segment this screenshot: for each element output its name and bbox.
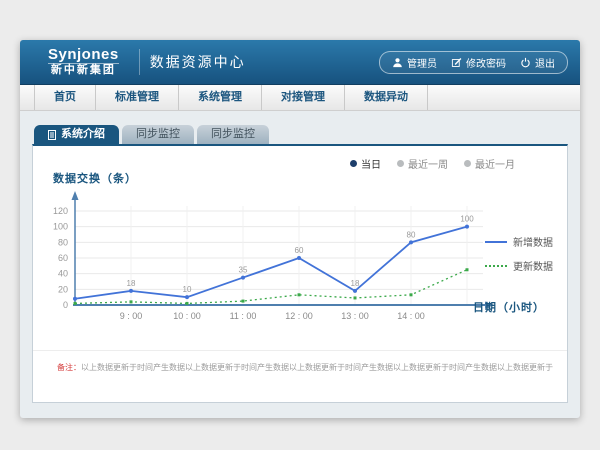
tab-1[interactable]: 系统介绍 [34, 125, 119, 144]
svg-text:80: 80 [58, 237, 68, 247]
user-menu-logout[interactable]: 退出 [520, 55, 555, 70]
document-icon [48, 130, 56, 140]
radio-icon [397, 160, 404, 167]
svg-text:20: 20 [58, 284, 68, 294]
legend-item-2[interactable]: 更新数据 [485, 258, 553, 273]
edit-icon [451, 57, 462, 68]
tab-2[interactable]: 同步监控 [122, 125, 194, 144]
svg-text:80: 80 [407, 230, 416, 239]
tab-bar: 系统介绍同步监控同步监控 [32, 125, 568, 144]
svg-text:35: 35 [239, 266, 248, 275]
svg-text:12 : 00: 12 : 00 [285, 311, 313, 321]
x-axis-title: 日期（小时） [473, 299, 545, 315]
svg-text:100: 100 [53, 222, 68, 232]
app-header: Synjones 新中新集团 数据资源中心 管理员修改密码退出 [20, 40, 580, 85]
legend-line-icon [485, 241, 507, 243]
chart-panel: 当日 最近一周 最近一月 数据交换（条） 0 20 40 60 80 100 120 9 : 00… [32, 144, 568, 403]
filter-option-2[interactable]: 最近一周 [397, 156, 448, 171]
filter-option-1[interactable]: 当日 [350, 156, 381, 171]
chart-legend: 新增数据更新数据 [485, 234, 553, 273]
filter-option-3[interactable]: 最近一月 [464, 156, 515, 171]
user-menu: 管理员修改密码退出 [379, 51, 568, 74]
svg-text:60: 60 [58, 253, 68, 263]
header-divider [139, 49, 140, 75]
svg-text:0: 0 [63, 300, 68, 310]
svg-text:13 : 00: 13 : 00 [341, 311, 369, 321]
main-nav: 首页标准管理系统管理对接管理数据异动 [20, 85, 580, 111]
svg-text:10 : 00: 10 : 00 [173, 311, 201, 321]
svg-text:14 : 00: 14 : 00 [397, 311, 425, 321]
user-menu-account[interactable]: 管理员 [392, 55, 437, 70]
svg-text:40: 40 [58, 269, 68, 279]
nav-item-1[interactable]: 首页 [34, 85, 96, 110]
footnote: 备注：以上数据更新于时间产生数据以上数据更新于时间产生数据以上数据更新于时间产生… [33, 350, 567, 373]
radio-icon [464, 160, 471, 167]
nav-item-5[interactable]: 数据异动 [345, 85, 428, 110]
app-title: 数据资源中心 [150, 52, 246, 72]
user-icon [392, 57, 403, 68]
tab-3[interactable]: 同步监控 [197, 125, 269, 144]
svg-text:120: 120 [53, 206, 68, 216]
svg-text:9 : 00: 9 : 00 [120, 311, 143, 321]
company-logo: Synjones 新中新集团 [32, 47, 129, 76]
footnote-text: 以上数据更新于时间产生数据以上数据更新于时间产生数据以上数据更新于时间产生数据以… [81, 363, 553, 372]
power-icon [520, 57, 531, 68]
legend-line-icon [485, 265, 507, 267]
line-chart: 0 20 40 60 80 100 120 9 : 00 10 : 00 11 : 00 12 : … [43, 186, 513, 338]
svg-text:100: 100 [460, 215, 474, 224]
svg-text:18: 18 [127, 279, 136, 288]
user-menu-change-password[interactable]: 修改密码 [451, 55, 506, 70]
time-range-filters: 当日 最近一周 最近一月 [350, 156, 515, 171]
svg-text:10: 10 [183, 285, 192, 294]
y-axis-title: 数据交换（条） [53, 170, 137, 186]
radio-icon [350, 160, 357, 167]
nav-item-3[interactable]: 系统管理 [179, 85, 262, 110]
content-area: 系统介绍同步监控同步监控 当日最近一周最近一月 数据交换（条） 02040608… [20, 111, 580, 403]
footnote-label: 备注： [57, 363, 81, 372]
svg-text:60: 60 [295, 246, 304, 255]
desktop-background: Synjones 新中新集团 数据资源中心 管理员修改密码退出 首页标准管理系统… [0, 0, 600, 450]
logo-text-cn: 新中新集团 [48, 63, 119, 77]
svg-text:11 : 00: 11 : 00 [230, 311, 257, 321]
app-window: Synjones 新中新集团 数据资源中心 管理员修改密码退出 首页标准管理系统… [20, 40, 580, 418]
logo-text-en: Synjones [48, 47, 119, 63]
legend-item-1[interactable]: 新增数据 [485, 234, 553, 249]
svg-text:18: 18 [351, 279, 360, 288]
nav-item-4[interactable]: 对接管理 [262, 85, 345, 110]
nav-item-2[interactable]: 标准管理 [96, 85, 179, 110]
